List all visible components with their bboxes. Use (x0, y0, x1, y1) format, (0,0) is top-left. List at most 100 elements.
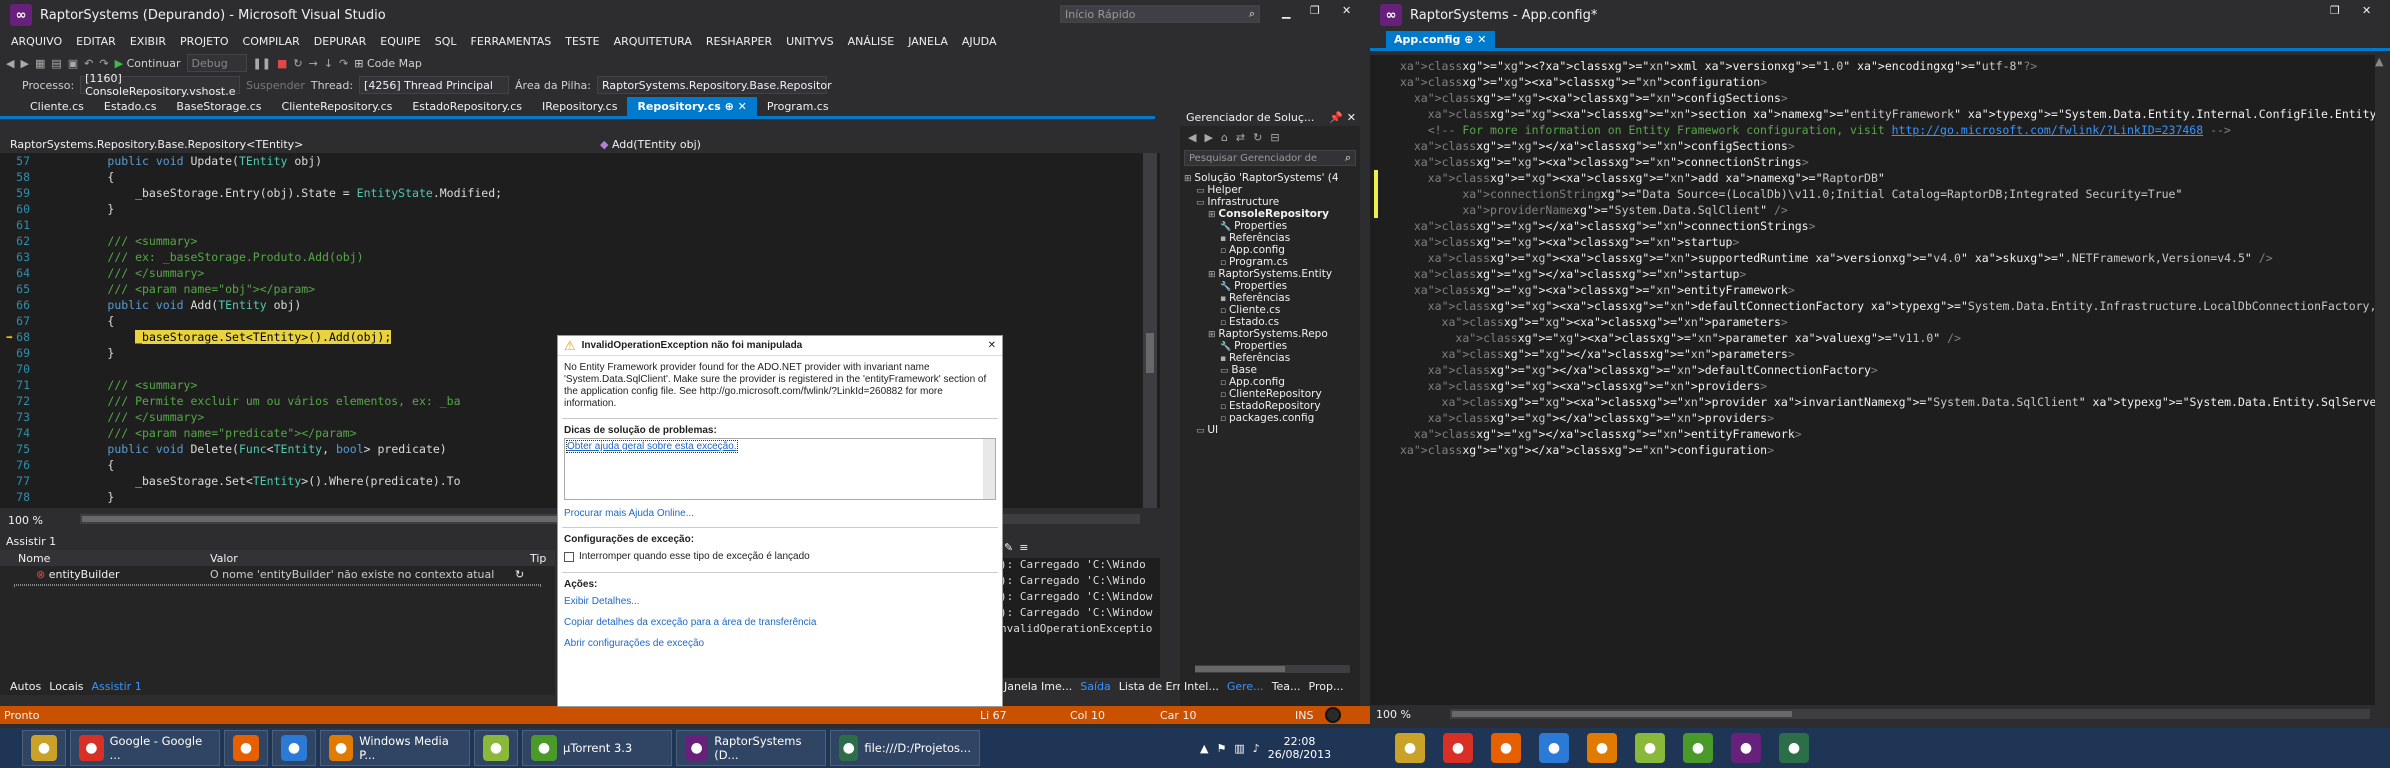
solution-item[interactable]: ▪ Referências (1180, 292, 1360, 304)
explorer-icon[interactable]: ● (1395, 733, 1425, 763)
more-help-link[interactable]: Procurar mais Ajuda Online... (558, 502, 1002, 525)
solution-tab[interactable]: Tea... (1268, 680, 1305, 693)
solution-item[interactable]: ⊞ Solução 'RaptorSystems' (4 (1180, 172, 1360, 184)
new-project-icon[interactable]: ▦ (35, 57, 45, 70)
solution-item[interactable]: ⊞ RaptorSystems.Entity (1180, 268, 1360, 280)
solution-tab[interactable]: Gere... (1223, 680, 1268, 693)
close-exception-icon[interactable]: ✕ (988, 340, 996, 351)
forward-icon[interactable]: ▶ (1204, 131, 1212, 144)
pin-icon[interactable]: 📌 (1329, 111, 1343, 124)
app-icon[interactable]: ● (1539, 733, 1569, 763)
solution-item[interactable]: ▫ Estado.cs (1180, 316, 1360, 328)
exception-action-link[interactable]: Copiar detalhes da exceção para a área d… (558, 611, 1002, 632)
output-tab[interactable]: Saída (1076, 680, 1115, 693)
solution-tab[interactable]: Intel... (1180, 680, 1223, 693)
process-select[interactable]: [1160] ConsoleRepository.vshost.e (80, 72, 241, 98)
window-icon[interactable]: ● (1779, 733, 1809, 763)
watch-tab[interactable]: Assistir 1 (88, 680, 146, 693)
tab-estadorepository-cs[interactable]: EstadoRepository.cs (402, 97, 532, 116)
solution-search-input[interactable]: Pesquisar Gerenciador de ⌕ (1184, 150, 1356, 166)
stop-icon[interactable]: ■ (277, 57, 287, 70)
utorrent-icon[interactable]: ● (1683, 733, 1713, 763)
open-icon[interactable]: ▤ (51, 57, 61, 70)
menu-item[interactable]: JANELA (901, 35, 955, 48)
menu-item[interactable]: UNITYVS (779, 35, 840, 48)
collapse-icon[interactable]: ⊟ (1270, 131, 1279, 144)
menu-item[interactable]: ARQUITETURA (607, 35, 699, 48)
right-zoom[interactable]: 100 % (1376, 708, 1411, 721)
solution-item[interactable]: ⊞ ConsoleRepository (1180, 208, 1360, 220)
pause-icon[interactable]: ❚❚ (253, 57, 271, 70)
solution-item[interactable]: 🔧 Properties (1180, 280, 1360, 292)
close-tab-icon[interactable]: ✕ (734, 100, 747, 113)
taskbar-button[interactable]: ● (272, 730, 316, 766)
solution-item[interactable]: ▫ App.config (1180, 244, 1360, 256)
refresh-icon[interactable]: ↻ (515, 568, 524, 581)
solution-item[interactable]: ▫ packages.config (1180, 412, 1360, 424)
network-icon[interactable]: ▥ (1234, 742, 1244, 755)
taskbar-button[interactable]: ● Windows Media P... (320, 730, 470, 766)
volume-icon[interactable]: ♪ (1253, 742, 1260, 755)
solution-item[interactable]: ▫ EstadoRepository (1180, 400, 1360, 412)
home-icon[interactable]: ⌂ (1221, 131, 1228, 144)
firefox-icon[interactable]: ● (1491, 733, 1521, 763)
type-nav-combo[interactable]: RaptorSystems.Repository.Base.Repository… (0, 138, 590, 151)
refresh-icon[interactable]: ↻ (1253, 131, 1262, 144)
help-link[interactable]: Obter ajuda geral sobre esta exceção. (566, 440, 738, 453)
suspend-button[interactable]: Suspender (246, 79, 305, 92)
watch-row[interactable]: ⊗ entityBuilder O nome 'entityBuilder' n… (0, 566, 555, 582)
clock[interactable]: 22:08 26/08/2013 (1268, 735, 1331, 761)
solution-item[interactable]: ⊞ RaptorSystems.Repo (1180, 328, 1360, 340)
break-checkbox[interactable] (564, 551, 574, 562)
solution-item[interactable]: ▫ Cliente.cs (1180, 304, 1360, 316)
taskbar-button[interactable]: ● (22, 730, 66, 766)
restore-button[interactable]: ❐ (2330, 4, 2340, 17)
redo-icon[interactable]: ↷ (99, 57, 108, 70)
solution-hscrollbar[interactable] (1195, 665, 1350, 673)
menu-item[interactable]: COMPILAR (236, 35, 307, 48)
undo-icon[interactable]: ↶ (84, 57, 93, 70)
notepad-icon[interactable]: ● (1635, 733, 1665, 763)
tab-estado-cs[interactable]: Estado.cs (94, 97, 167, 116)
taskbar-button[interactable]: ● file:///D:/Projetos... (830, 730, 980, 766)
stack-frame-select[interactable]: RaptorSystems.Repository.Base.Repositor (596, 76, 832, 94)
clear-icon[interactable]: ✎ (1004, 541, 1013, 554)
chrome-icon[interactable]: ● (1443, 733, 1473, 763)
watch-tab[interactable]: Autos (6, 680, 45, 693)
exception-action-link[interactable]: Abrir configurações de exceção (558, 632, 1002, 653)
solution-item[interactable]: 🔧 Properties (1180, 340, 1360, 352)
tray-arrow-icon[interactable]: ▲ (1200, 742, 1208, 755)
media-player-icon[interactable]: ● (1587, 733, 1617, 763)
menu-item[interactable]: TESTE (558, 35, 606, 48)
restore-button[interactable]: ❐ (1310, 4, 1320, 17)
menu-item[interactable]: ARQUIVO (4, 35, 69, 48)
step-into-icon[interactable]: ↓ (324, 57, 333, 70)
solution-item[interactable]: ▪ Referências (1180, 232, 1360, 244)
pin-icon[interactable]: ⊕ (721, 100, 734, 113)
tab-irepository-cs[interactable]: IRepository.cs (532, 97, 627, 116)
editor-zoom[interactable]: 100 % (8, 514, 43, 527)
solution-item[interactable]: ▭ Helper (1180, 184, 1360, 196)
tab-cliente-cs[interactable]: Cliente.cs (20, 97, 94, 116)
tab-basestorage-cs[interactable]: BaseStorage.cs (166, 97, 271, 116)
continue-button[interactable]: ▶ Continuar (115, 57, 181, 70)
thread-select[interactable]: [4256] Thread Principal (359, 76, 510, 94)
output-tab[interactable]: Janela Ime... (1000, 680, 1076, 693)
editor-vscrollbar[interactable] (1143, 153, 1157, 508)
back-icon[interactable]: ◀ (1188, 131, 1196, 144)
close-button[interactable]: ✕ (2362, 4, 2371, 17)
solution-item[interactable]: 🔧 Properties (1180, 220, 1360, 232)
solution-tab[interactable]: Prop... (1305, 680, 1348, 693)
taskbar-button[interactable]: ● Google - Google ... (70, 730, 220, 766)
solution-item[interactable]: ▭ Base (1180, 364, 1360, 376)
close-tab-icon[interactable]: ✕ (1477, 33, 1486, 46)
menu-item[interactable]: SQL (428, 35, 464, 48)
menu-item[interactable]: PROJETO (173, 35, 236, 48)
solution-item[interactable]: ▫ ClienteRepository (1180, 388, 1360, 400)
wrap-icon[interactable]: ≡ (1019, 541, 1028, 554)
visual-studio-icon[interactable]: ● (1731, 733, 1761, 763)
flag-icon[interactable]: ⚑ (1216, 742, 1226, 755)
step-icon[interactable]: → (309, 57, 318, 70)
quick-launch-input[interactable]: Início Rápido ⌕ (1060, 5, 1260, 23)
exception-action-link[interactable]: Exibir Detalhes... (558, 590, 1002, 611)
